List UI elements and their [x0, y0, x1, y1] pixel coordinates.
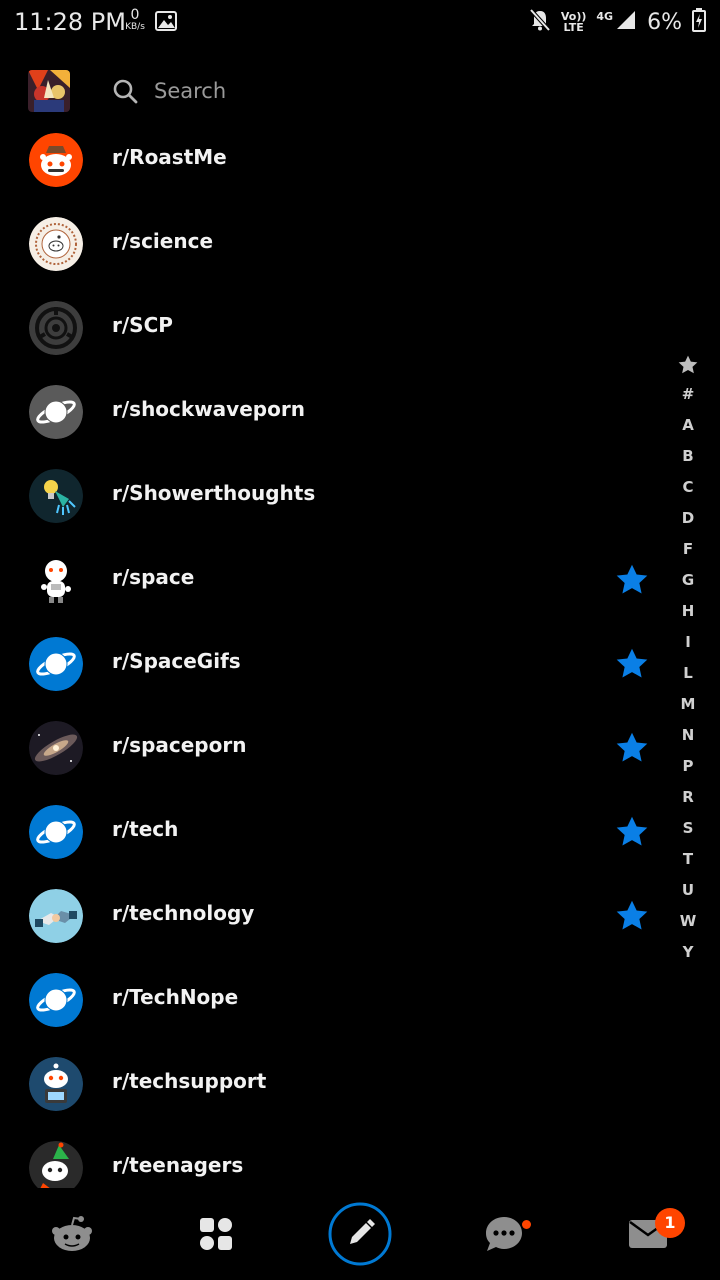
- list-item[interactable]: r/TechNope: [0, 958, 670, 1042]
- battery-percent: 6%: [647, 9, 682, 35]
- list-item[interactable]: r/SpaceGifs: [0, 622, 670, 706]
- mute-notifications-icon: [529, 8, 551, 36]
- list-item[interactable]: r/tech: [0, 790, 670, 874]
- subreddit-name: r/shockwaveporn: [112, 397, 305, 421]
- subreddit-name: r/SpaceGifs: [112, 649, 241, 673]
- list-item[interactable]: r/spaceporn: [0, 706, 670, 790]
- index-letter[interactable]: P: [674, 751, 702, 782]
- bottom-navigation: 1: [0, 1192, 720, 1280]
- index-letter[interactable]: W: [674, 906, 702, 937]
- chat-button[interactable]: [449, 1192, 559, 1280]
- science-icon: [29, 217, 83, 271]
- index-favorites-star-icon[interactable]: [674, 349, 702, 379]
- planet-icon: [29, 805, 83, 859]
- index-letter[interactable]: Y: [674, 937, 702, 968]
- subreddit-name: r/Showerthoughts: [112, 481, 316, 505]
- status-bar: 11:28 PM 0 KB/s Vo)) LTE 4G 6%: [0, 0, 720, 44]
- planet-icon: [29, 385, 83, 439]
- subreddit-name: r/TechNope: [112, 985, 239, 1009]
- roastme-icon: [29, 133, 83, 187]
- scp-icon: [29, 301, 83, 355]
- index-letter[interactable]: C: [674, 472, 702, 503]
- techsupport-icon: [29, 1057, 83, 1111]
- battery-icon: [692, 8, 706, 36]
- inbox-button[interactable]: 1: [593, 1192, 703, 1280]
- volte-indicator: Vo)) LTE: [561, 11, 587, 33]
- galaxy-icon: [29, 721, 83, 775]
- teenagers-icon: [29, 1141, 83, 1188]
- index-letter[interactable]: T: [674, 844, 702, 875]
- subreddit-name: r/SCP: [112, 313, 173, 337]
- list-item[interactable]: r/Showerthoughts: [0, 454, 670, 538]
- favorite-star-icon[interactable]: [614, 562, 650, 602]
- subreddit-name: r/science: [112, 229, 214, 253]
- network-speed: 0 KB/s: [120, 8, 150, 32]
- chat-unread-dot: [522, 1220, 531, 1229]
- list-item[interactable]: r/teenagers: [0, 1126, 670, 1188]
- favorite-star-icon[interactable]: [614, 646, 650, 686]
- planet-icon: [29, 637, 83, 691]
- status-right: Vo)) LTE 4G 6%: [529, 8, 706, 36]
- index-letter[interactable]: I: [674, 627, 702, 658]
- index-letter[interactable]: H: [674, 596, 702, 627]
- subreddit-list: r/RoastMe r/science r/SCP r/shockwavepor…: [0, 118, 670, 1188]
- showerthoughts-icon: [29, 469, 83, 523]
- subreddit-name: r/tech: [112, 817, 179, 841]
- index-letter[interactable]: A: [674, 410, 702, 441]
- alphabet-index[interactable]: # A B C D F G H I L M N P R S T U W Y: [674, 349, 702, 968]
- list-item[interactable]: r/space: [0, 538, 670, 622]
- list-item[interactable]: r/RoastMe: [0, 118, 670, 202]
- volte-bottom: LTE: [563, 21, 584, 34]
- index-letter[interactable]: B: [674, 441, 702, 472]
- list-item[interactable]: r/shockwaveporn: [0, 370, 670, 454]
- index-letter[interactable]: S: [674, 813, 702, 844]
- favorite-star-icon[interactable]: [614, 898, 650, 938]
- list-item[interactable]: r/science: [0, 202, 670, 286]
- index-letter[interactable]: M: [674, 689, 702, 720]
- communities-icon: [198, 1216, 234, 1256]
- list-item[interactable]: r/SCP: [0, 286, 670, 370]
- favorite-star-icon[interactable]: [614, 814, 650, 854]
- home-button[interactable]: [17, 1192, 127, 1280]
- communities-button[interactable]: [161, 1192, 271, 1280]
- subreddit-name: r/space: [112, 565, 195, 589]
- index-letter[interactable]: R: [674, 782, 702, 813]
- home-icon: [50, 1214, 94, 1258]
- screen: 11:28 PM 0 KB/s Vo)) LTE 4G 6% Search r/…: [0, 0, 720, 1280]
- search-input[interactable]: [154, 74, 634, 108]
- index-letter[interactable]: N: [674, 720, 702, 751]
- subreddit-name: r/teenagers: [112, 1153, 244, 1177]
- chat-icon: [484, 1215, 524, 1257]
- create-post-icon: [328, 1202, 392, 1270]
- index-letter[interactable]: D: [674, 503, 702, 534]
- signal-icon: [615, 9, 637, 35]
- planet-icon: [29, 973, 83, 1027]
- network-speed-value: 0: [130, 7, 140, 23]
- index-letter[interactable]: G: [674, 565, 702, 596]
- space-icon: [29, 553, 83, 607]
- inbox-badge: 1: [655, 1208, 685, 1238]
- header: [0, 64, 720, 120]
- favorite-star-icon[interactable]: [614, 730, 650, 770]
- subreddit-name: r/techsupport: [112, 1069, 267, 1093]
- subreddit-name: r/RoastMe: [112, 145, 227, 169]
- status-time: 11:28 PM: [14, 8, 126, 36]
- create-post-button[interactable]: [305, 1192, 415, 1280]
- index-letter[interactable]: #: [674, 379, 702, 410]
- index-letter[interactable]: F: [674, 534, 702, 565]
- subreddit-name: r/spaceporn: [112, 733, 247, 757]
- subreddit-name: r/technology: [112, 901, 255, 925]
- network-speed-unit: KB/s: [125, 22, 145, 32]
- search-icon[interactable]: [112, 78, 138, 108]
- network-type: 4G: [596, 9, 614, 23]
- index-letter[interactable]: U: [674, 875, 702, 906]
- index-letter[interactable]: L: [674, 658, 702, 689]
- list-item[interactable]: r/techsupport: [0, 1042, 670, 1126]
- user-avatar[interactable]: [28, 70, 70, 112]
- gallery-notification-icon: [155, 11, 177, 35]
- technology-icon: [29, 889, 83, 943]
- list-item[interactable]: r/technology: [0, 874, 670, 958]
